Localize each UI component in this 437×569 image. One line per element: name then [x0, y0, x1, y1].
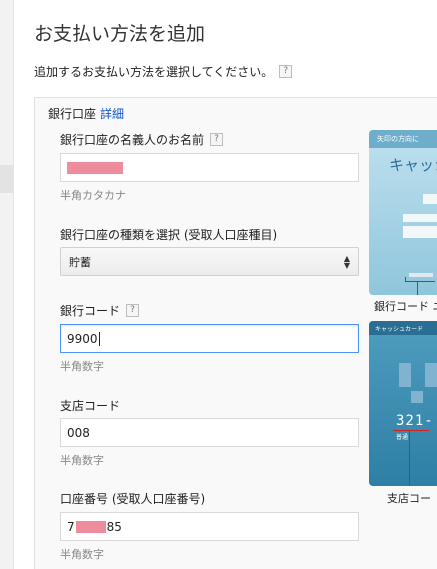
bank-code-caption: 銀行コード ニ	[374, 300, 437, 313]
bank-code-label-row: 銀行コード ?	[60, 302, 140, 319]
account-number-prefix: 7	[67, 519, 75, 534]
branch-code-hint: 半角数字	[60, 454, 104, 467]
redacted-value	[67, 161, 123, 174]
card-marker-line	[417, 282, 418, 295]
account-type-value: 貯蓄	[69, 255, 91, 269]
card-marker-line	[393, 430, 429, 431]
card-pixel-block	[403, 226, 437, 238]
card-tag-text: 普通	[396, 434, 409, 441]
branch-code-label: 支店コード	[60, 399, 121, 413]
card-pixel-block	[409, 273, 433, 277]
branch-code-caption: 支店コー	[387, 492, 431, 505]
card-band-text: 矢印の方向に	[369, 130, 437, 148]
bank-code-hint: 半角数字	[60, 360, 104, 373]
bank-code-label: 銀行コード	[60, 304, 121, 318]
card-pixel-block	[399, 363, 411, 387]
help-icon[interactable]: ?	[126, 304, 140, 317]
card-digits-text: 321-	[396, 413, 434, 429]
account-number-input[interactable]: 7 85	[60, 512, 359, 541]
page-title: お支払い方法を追加	[34, 23, 206, 45]
holder-name-label: 銀行口座の名義人のお名前	[60, 133, 205, 147]
card-pixel-block	[411, 391, 423, 403]
cash-card-illustration-branch-code: キャッシュカード 321- 普通	[369, 321, 437, 486]
gutter-selected-row	[0, 165, 14, 193]
redacted-value	[75, 520, 106, 533]
text-caret	[98, 331, 100, 346]
panel-heading-label: 銀行口座	[48, 107, 97, 121]
card-marker-line	[409, 431, 410, 486]
card-pixel-block	[423, 194, 437, 204]
card-pixel-block	[403, 214, 437, 222]
holder-name-hint: 半角カタカナ	[60, 189, 126, 202]
account-type-label: 銀行口座の種類を選択 (受取人口座種目)	[60, 228, 278, 242]
holder-name-input[interactable]	[60, 153, 359, 182]
card-pixel-block	[425, 363, 437, 387]
bank-code-value: 9900	[67, 331, 98, 346]
instruction-label: 追加するお支払い方法を選択してください。	[34, 65, 274, 79]
card-marker-line	[405, 277, 406, 282]
card-marker-line	[405, 281, 435, 282]
help-icon[interactable]: ?	[279, 65, 293, 78]
select-arrows-icon: ▲ ▼	[343, 253, 350, 270]
account-number-hint: 半角数字	[60, 548, 104, 561]
bank-code-input[interactable]: 9900	[60, 324, 359, 353]
panel-heading: 銀行口座 詳細	[48, 105, 124, 122]
account-type-select[interactable]: 貯蓄 ▲ ▼	[60, 247, 359, 276]
card-band-text: キャッシュカード	[369, 321, 437, 335]
card-brand-text: キャッシ	[389, 156, 437, 174]
holder-name-label-row: 銀行口座の名義人のお名前 ?	[60, 131, 224, 148]
branch-code-input[interactable]: 008	[60, 418, 359, 447]
details-link[interactable]: 詳細	[100, 107, 124, 121]
instruction-text: 追加するお支払い方法を選択してください。 ?	[34, 63, 293, 80]
account-number-label: 口座番号 (受取人口座番号)	[60, 492, 206, 506]
branch-code-value: 008	[67, 425, 90, 440]
help-icon[interactable]: ?	[210, 133, 224, 146]
account-number-suffix: 85	[106, 519, 122, 534]
left-gutter	[0, 0, 14, 569]
cash-card-illustration-bank-code: 矢印の方向に キャッシ	[369, 130, 437, 295]
